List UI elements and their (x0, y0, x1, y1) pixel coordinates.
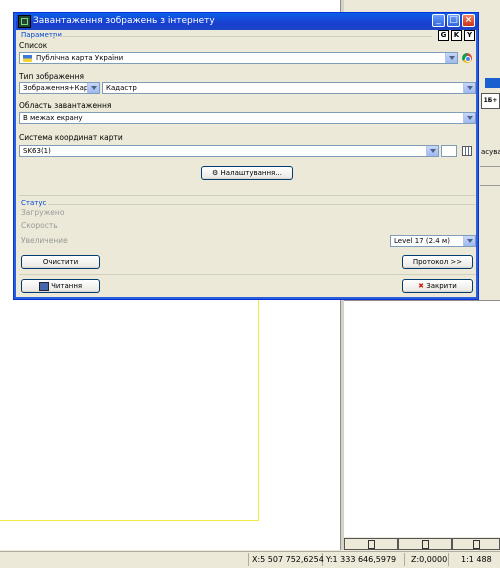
chevron-down-icon[interactable] (463, 236, 475, 246)
page-icon (472, 540, 480, 549)
status-separator (448, 553, 449, 566)
status-z-coordinate: Z:0,0000 (411, 555, 448, 564)
yandex-provider-button[interactable]: Y (464, 30, 475, 41)
panel-tool-button[interactable] (398, 538, 452, 550)
gear-icon: ⚙ (212, 169, 219, 177)
crs-code-field[interactable] (441, 145, 457, 157)
page-icon (421, 540, 429, 549)
group-divider (52, 36, 432, 37)
zoom-level-value: Level 17 (2.4 м) (394, 237, 450, 245)
panel-tool-button[interactable] (452, 538, 500, 550)
settings-button[interactable]: ⚙ Налаштування... (201, 166, 293, 180)
minimize-icon: _ (436, 15, 441, 25)
crs-label: Система координат карти (19, 133, 123, 142)
zoom-level-combo[interactable]: Level 17 (2.4 м) (390, 235, 476, 247)
speed-label: Скорость (21, 221, 58, 230)
side-panel-text: асував (481, 148, 500, 156)
app-icon (18, 15, 31, 28)
status-separator (404, 553, 405, 566)
coordinate-table-icon[interactable] (462, 146, 472, 156)
list-combo[interactable]: Публічна карта України (19, 52, 458, 64)
dialog-close-button[interactable]: ✖ Закрити (402, 279, 473, 293)
settings-button-label: Налаштування... (220, 169, 282, 177)
sheet-border-horizontal (0, 520, 259, 521)
status-scale: 1:1 488 (461, 555, 492, 564)
group-divider (48, 204, 476, 205)
status-x-coordinate: X:5 507 752,6254 (252, 555, 324, 564)
image-subtype-combo[interactable]: Кадастр (102, 82, 476, 94)
chrome-icon[interactable] (462, 53, 472, 63)
image-type-combo[interactable]: Зображення+Карта (19, 82, 100, 94)
google-provider-button[interactable]: G (438, 30, 449, 41)
read-icon (38, 281, 49, 291)
image-type-label: Тип зображення (19, 72, 84, 81)
chevron-down-icon[interactable] (445, 53, 457, 63)
dialog-close-label: Закрити (426, 282, 457, 290)
status-separator (248, 553, 249, 566)
chevron-down-icon[interactable] (87, 83, 99, 93)
dialog-title: Завантаження зображень з інтернету (33, 16, 215, 26)
ukraine-flag-icon (23, 55, 32, 62)
list-label: Список (19, 41, 48, 50)
side-divider (480, 185, 500, 186)
chevron-down-icon[interactable] (463, 113, 475, 123)
red-x-icon: ✖ (418, 282, 424, 290)
download-area-combo[interactable]: В межах екрану (19, 112, 476, 124)
right-panel-list[interactable] (344, 300, 500, 537)
side-panel-header (485, 78, 500, 88)
list-value: Публічна карта України (36, 54, 124, 62)
crs-value: SK63(1) (23, 147, 51, 155)
group-divider (19, 274, 476, 275)
chevron-down-icon[interactable] (426, 146, 438, 156)
status-y-coordinate: Y:1 333 646,5979 (326, 555, 397, 564)
zoom-label: Увеличение (21, 236, 68, 245)
status-group-header: Статус (21, 199, 47, 207)
image-subtype-value: Кадастр (106, 84, 137, 92)
read-button-label: Читання (51, 282, 83, 290)
close-icon: × (464, 15, 473, 25)
image-type-value: Зображення+Карта (23, 84, 89, 92)
crs-combo[interactable]: SK63(1) (19, 145, 439, 157)
kosmosnimki-provider-button[interactable]: K (451, 30, 462, 41)
page-icon (367, 540, 375, 549)
panel-tool-button[interactable] (344, 538, 398, 550)
clear-button[interactable]: Очистити (21, 255, 100, 269)
download-area-label: Область завантаження (19, 101, 112, 110)
loaded-label: Загружено (21, 208, 65, 217)
protocol-button[interactable]: Протокол >> (402, 255, 473, 269)
side-panel-button[interactable]: 1Б+ (481, 93, 500, 109)
side-divider (480, 166, 500, 167)
maximize-icon: □ (449, 15, 458, 25)
maximize-button[interactable]: □ (447, 14, 460, 27)
read-button[interactable]: Читання (21, 279, 100, 293)
parameters-group-header: Параметри (21, 31, 62, 39)
download-area-value: В межах екрану (23, 114, 83, 122)
close-button[interactable]: × (462, 14, 475, 27)
chevron-down-icon[interactable] (463, 83, 475, 93)
group-divider (19, 195, 476, 196)
sheet-border-vertical (258, 290, 259, 520)
minimize-button[interactable]: _ (432, 14, 445, 27)
